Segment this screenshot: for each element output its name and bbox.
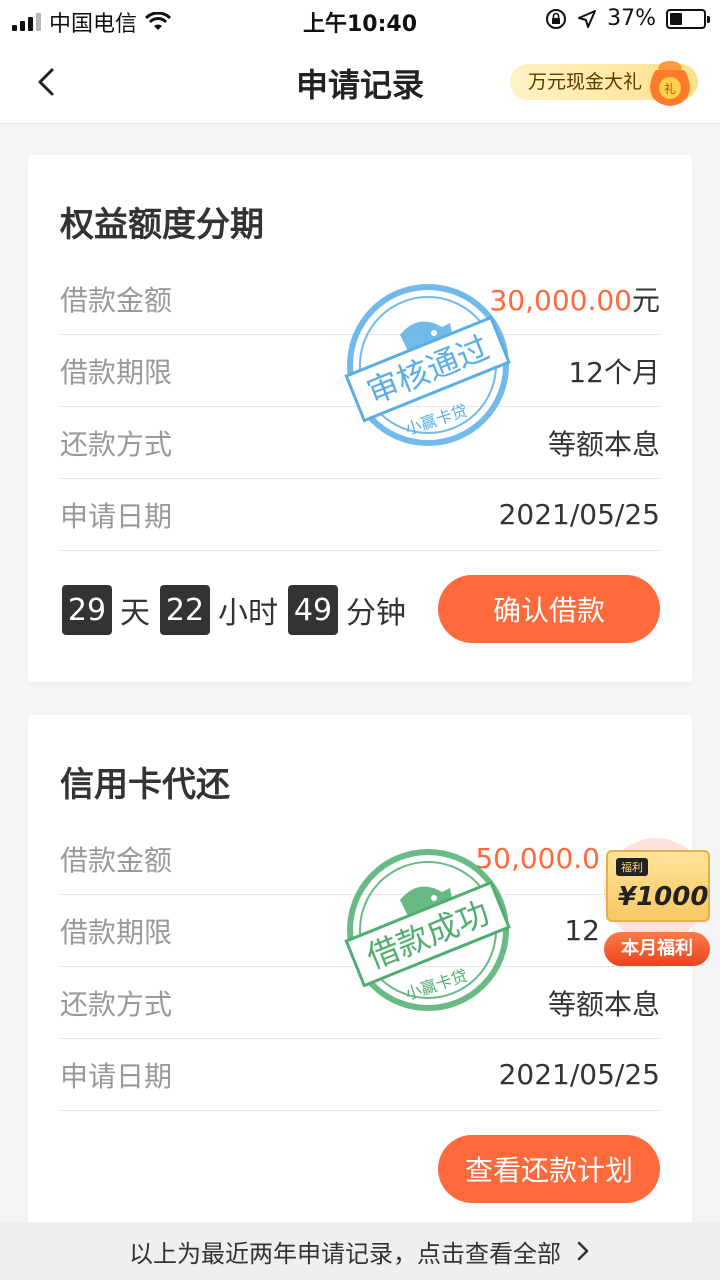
countdown: 29 天 22 小时 49 分钟 (62, 585, 412, 635)
location-icon (578, 9, 597, 28)
confirm-loan-button[interactable]: 确认借款 (438, 575, 660, 643)
loan-success-stamp: 借款成功 小赢卡贷 (344, 849, 511, 1011)
nav-bar: 申请记录 万元现金大礼 礼 (0, 40, 720, 124)
row-value: 等额本息 (547, 987, 660, 1021)
row-label: 借款期限 (60, 355, 173, 389)
gift-bag-text: 礼 (664, 81, 676, 96)
countdown-days-unit: 天 (120, 596, 150, 631)
battery-percent: 37% (607, 6, 656, 31)
row-apply-date: 申请日期 2021/05/25 (60, 479, 660, 551)
card-title: 信用卡代还 (60, 765, 230, 805)
row-value: 2021/05/25 (498, 498, 660, 531)
welfare-tag: 福利 (616, 858, 648, 876)
row-value: 12 (564, 914, 600, 947)
welfare-amount: ¥1000 (618, 882, 709, 912)
welfare-ticket: 福利 ¥1000 (606, 850, 710, 922)
gift-bag-icon: 礼 (650, 61, 690, 106)
row-label: 借款期限 (60, 915, 173, 949)
promo-banner[interactable]: 万元现金大礼 礼 (509, 58, 698, 106)
row-label: 还款方式 (60, 427, 173, 461)
card-title: 权益额度分期 (60, 205, 264, 245)
row-label: 申请日期 (60, 499, 173, 533)
welfare-ribbon: 本月福利 (604, 932, 710, 966)
status-right: 37% (545, 6, 710, 31)
row-apply-date: 申请日期 2021/05/25 (60, 1039, 660, 1111)
row-label: 还款方式 (60, 987, 173, 1021)
application-card-1: 权益额度分期 借款金额 30,000.00元 借款期限 12个月 还款方式 等额… (28, 155, 692, 682)
row-value: 2021/05/25 (498, 1058, 660, 1091)
countdown-days: 29 (62, 585, 112, 635)
status-bar: 中国电信 上午10:40 37% (0, 0, 720, 40)
row-value: 等额本息 (547, 427, 660, 461)
row-label: 借款金额 (60, 283, 173, 317)
chevron-right-icon (577, 1241, 589, 1261)
row-value: 12个月 (568, 355, 660, 389)
view-repayment-plan-button[interactable]: 查看还款计划 (438, 1135, 660, 1203)
view-all-records-footer[interactable]: 以上为最近两年申请记录，点击查看全部 (0, 1222, 720, 1280)
countdown-hours: 22 (160, 585, 210, 635)
approved-stamp: 审核通过 小赢卡贷 (344, 284, 511, 446)
footer-text: 以上为最近两年申请记录，点击查看全部 (129, 1239, 561, 1268)
battery-icon (666, 8, 710, 29)
row-label: 借款金额 (60, 843, 173, 877)
countdown-minutes-unit: 分钟 (346, 596, 406, 631)
row-label: 申请日期 (60, 1059, 173, 1093)
application-card-2: 信用卡代还 借款金额 50,000.0 借款期限 12 还款方式 等额本息 申请… (28, 715, 692, 1225)
countdown-minutes: 49 (288, 585, 338, 635)
countdown-hours-unit: 小时 (218, 596, 278, 631)
amount-unit: 元 (631, 283, 660, 317)
monthly-welfare-widget[interactable]: 福利 ¥1000 本月福利 (600, 838, 712, 972)
rotation-lock-icon (546, 8, 567, 29)
